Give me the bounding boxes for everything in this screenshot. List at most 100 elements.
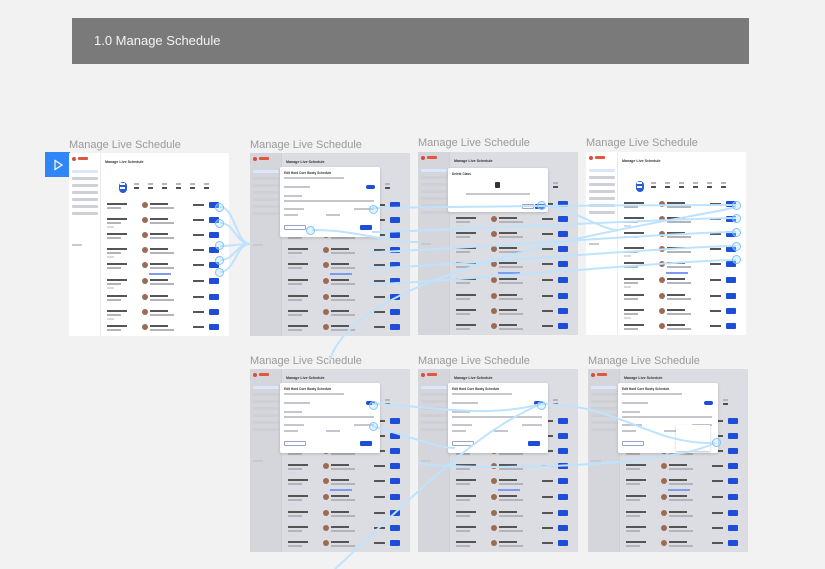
brand-logo (72, 157, 76, 161)
sidebar-item (253, 191, 279, 194)
prototype-hotspot[interactable] (369, 401, 378, 410)
prototype-hotspot[interactable] (732, 242, 741, 251)
sidebar-item (589, 176, 615, 179)
class-name (150, 233, 168, 235)
prototype-hotspot[interactable] (732, 201, 741, 210)
class-time (288, 310, 308, 312)
edit-button (209, 324, 219, 330)
prototype-hotspot[interactable] (537, 401, 546, 410)
class-duration (456, 468, 470, 470)
prototype-hotspot[interactable] (732, 228, 741, 237)
modal-subtitle (452, 393, 512, 395)
class-name (499, 479, 517, 481)
sidebar-item (591, 393, 617, 396)
class-duration (626, 483, 640, 485)
instructor-name (331, 283, 355, 285)
field-value (494, 430, 508, 432)
schedule-row (622, 322, 740, 335)
frame-delete-modal[interactable]: Manage Live Schedule Delete Class (418, 152, 578, 335)
class-name (150, 248, 168, 250)
status-text (542, 325, 553, 327)
instructor-name (331, 499, 355, 501)
day-name (134, 183, 139, 185)
prototype-play-button[interactable] (45, 152, 70, 177)
edit-modal: Edit Hard Core Booty Schedule (618, 383, 718, 453)
status-text (710, 263, 721, 265)
save-button (528, 441, 540, 446)
brand-badge (597, 373, 607, 376)
edit-button (728, 525, 738, 531)
sidebar-item (591, 428, 617, 431)
frame-edit-modal[interactable]: Manage Live Schedule Edit Hard Core Booty… (250, 153, 410, 336)
schedule-row (454, 215, 572, 230)
edit-button (558, 433, 568, 439)
class-duration (107, 299, 121, 301)
prototype-hotspot[interactable] (369, 422, 378, 431)
avatar (323, 324, 329, 330)
day-name (190, 183, 195, 185)
prototype-hotspot[interactable] (732, 214, 741, 223)
class-time (456, 247, 476, 249)
class-name (150, 263, 168, 265)
schedule-row (105, 231, 223, 246)
class-duration (107, 222, 121, 224)
instructor-name (667, 282, 691, 284)
brand-badge (427, 373, 437, 376)
frame-default[interactable]: Manage Live Schedule (69, 153, 229, 336)
class-duration (626, 515, 640, 517)
avatar (491, 216, 497, 222)
instructor-name (150, 283, 174, 285)
class-time (624, 217, 644, 219)
sidebar-item (72, 191, 98, 194)
class-name (499, 324, 517, 326)
prototype-hotspot[interactable] (369, 205, 378, 214)
class-duration (107, 283, 121, 285)
prototype-hotspot[interactable] (215, 268, 224, 277)
frame-edit-modal-blank[interactable]: Manage Live Schedule Edit Hard Core Booty… (418, 369, 578, 552)
status-text (542, 263, 553, 265)
day-separator (498, 489, 520, 491)
prototype-hotspot[interactable] (215, 219, 224, 228)
schedule-row (105, 246, 223, 261)
field-input (622, 416, 712, 418)
day-name (148, 183, 153, 185)
avatar (659, 277, 665, 283)
day-name (204, 183, 209, 185)
frame-edit-modal-dropdown[interactable]: Manage Live Schedule Edit Hard Core Booty… (588, 369, 748, 552)
frame-default-after[interactable]: Manage Live Schedule (586, 152, 746, 335)
prototype-hotspot[interactable] (215, 241, 224, 250)
prototype-hotspot[interactable] (215, 203, 224, 212)
day-number (723, 403, 728, 405)
edit-button (390, 540, 400, 546)
screen-heading: Manage Live Schedule (622, 159, 661, 163)
class-name (150, 203, 168, 205)
status-text (542, 248, 553, 250)
edit-button (558, 525, 568, 531)
avatar (323, 463, 329, 469)
frame-label: Manage Live Schedule (69, 139, 181, 151)
class-time (288, 325, 308, 327)
frame-label: Manage Live Schedule (250, 139, 362, 151)
class-time (456, 262, 476, 264)
prototype-hotspot[interactable] (306, 226, 315, 235)
avatar (661, 510, 667, 516)
edit-button (558, 478, 568, 484)
prototype-hotspot[interactable] (732, 255, 741, 264)
class-duration (456, 221, 470, 223)
prototype-hotspot[interactable] (215, 256, 224, 265)
prototype-hotspot[interactable] (537, 201, 546, 210)
day-separator (149, 273, 171, 275)
avatar (659, 323, 665, 329)
avatar (659, 261, 665, 267)
class-name (331, 325, 349, 327)
sidebar-item (253, 393, 279, 396)
status-text (374, 326, 385, 328)
prototype-hotspot[interactable] (712, 438, 721, 447)
schedule-row (105, 308, 223, 323)
edit-button (390, 202, 400, 208)
frame-edit-modal-2[interactable]: Manage Live Schedule Edit Hard Core Booty… (250, 369, 410, 552)
edit-button (558, 261, 568, 267)
class-time (626, 511, 646, 513)
edit-button (390, 448, 400, 454)
sidebar-item (421, 211, 447, 214)
